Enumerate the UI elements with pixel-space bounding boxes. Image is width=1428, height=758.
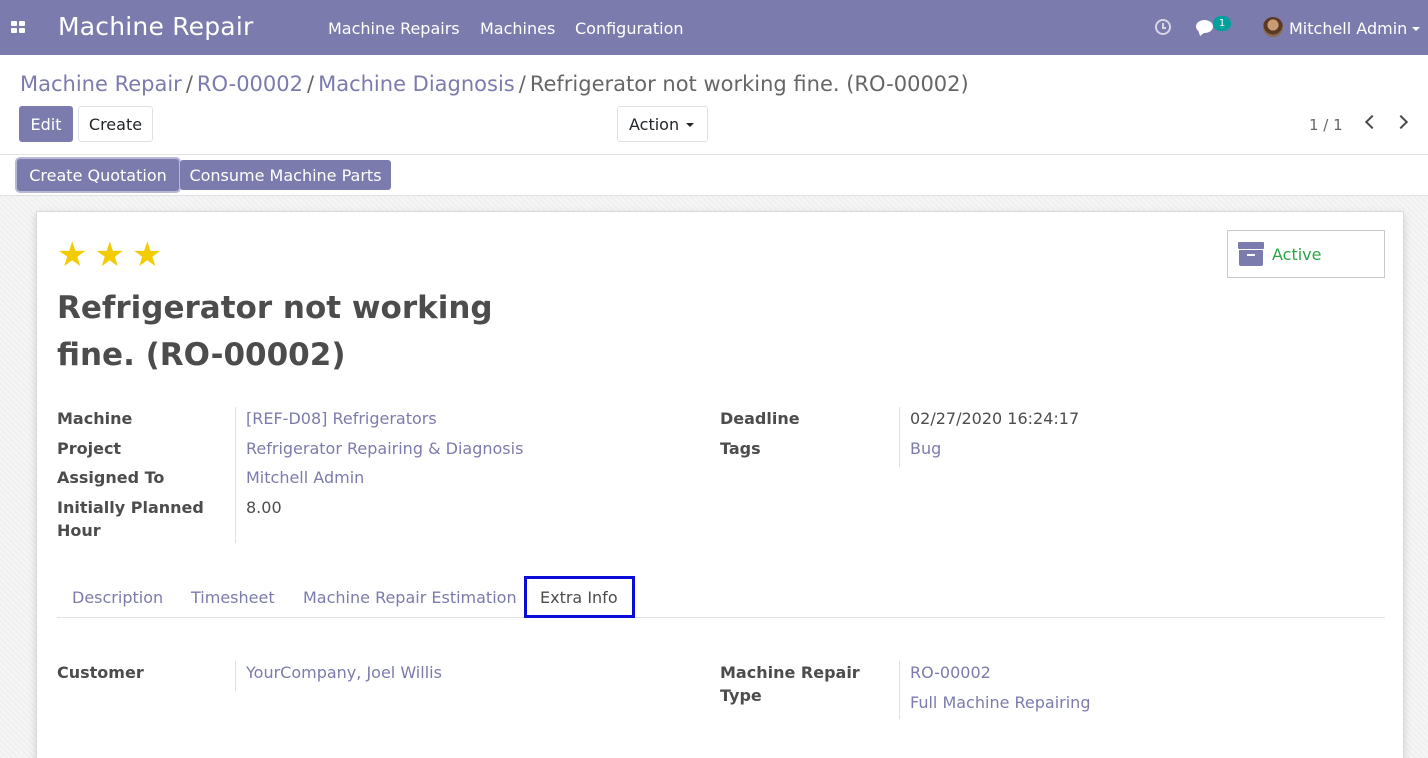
breadcrumb-machine-repair[interactable]: Machine Repair	[20, 72, 182, 96]
consume-machine-parts-button[interactable]: Consume Machine Parts	[180, 160, 391, 190]
notebook-tabs: Description Timesheet Machine Repair Est…	[57, 576, 1385, 618]
breadcrumb-current: Refrigerator not working fine. (RO-00002…	[529, 72, 969, 96]
active-toggle-button[interactable]: Active	[1227, 230, 1385, 278]
tags-value[interactable]: Bug	[910, 437, 941, 460]
tags-label: Tags	[720, 439, 761, 458]
deadline-value[interactable]: 02/27/2020 16:24:17	[910, 407, 1079, 430]
breadcrumb: Machine Repair / RO-00002/Machine Diagnosi…	[20, 72, 969, 96]
avatar[interactable]	[1263, 17, 1283, 37]
repair-type-value[interactable]: Full Machine Repairing	[910, 691, 1090, 714]
assigned-to-value[interactable]: Mitchell Admin	[246, 466, 364, 489]
app-title[interactable]: Machine Repair	[58, 12, 253, 41]
field-divider	[899, 407, 900, 467]
machine-repair-type-label: Machine Repair Type	[720, 663, 860, 705]
deadline-label: Deadline	[720, 409, 800, 428]
record-title: Refrigerator not working fine. (RO-00002…	[57, 290, 493, 373]
machine-label: Machine	[57, 409, 133, 428]
planned-hours-label: Initially Planned Hour	[57, 498, 204, 540]
form-sheet: ★ ★ ★ Active Refrigerator not working fi…	[36, 211, 1404, 758]
project-value[interactable]: Refrigerator Repairing & Diagnosis	[246, 437, 523, 460]
star-icon[interactable]: ★	[94, 238, 124, 272]
action-label: Action	[629, 114, 680, 134]
customer-value[interactable]: YourCompany, Joel Willis	[246, 661, 442, 684]
star-icon[interactable]: ★	[57, 238, 87, 272]
field-divider	[235, 407, 236, 543]
active-status-label: Active	[1272, 245, 1322, 264]
field-divider	[899, 661, 900, 719]
chat-icon[interactable]	[1196, 20, 1213, 33]
machine-repair-value[interactable]: RO-00002	[910, 661, 991, 684]
breadcrumb-separator: /	[518, 72, 526, 96]
activity-clock-icon[interactable]	[1155, 19, 1171, 35]
user-menu[interactable]: Mitchell Admin	[1289, 19, 1407, 38]
priority-stars[interactable]: ★ ★ ★	[57, 238, 162, 272]
user-caret-down-icon[interactable]	[1412, 27, 1420, 31]
form-header: Create Quotation Consume Machine Parts	[0, 155, 1428, 196]
pager-value[interactable]: 1 / 1	[1309, 116, 1343, 134]
tab-description[interactable]: Description	[72, 576, 163, 618]
tab-machine-repair-estimation[interactable]: Machine Repair Estimation	[303, 576, 517, 618]
planned-hours-value: 8.00	[246, 498, 282, 517]
project-label: Project	[57, 439, 122, 458]
pager-previous-icon[interactable]	[1364, 114, 1380, 130]
action-dropdown[interactable]: Action	[617, 106, 708, 142]
field-divider	[235, 661, 236, 691]
control-panel: Machine Repair / RO-00002/Machine Diagnosi…	[0, 55, 1428, 155]
menu-machines[interactable]: Machines	[480, 19, 555, 38]
assigned-to-label: Assigned To	[57, 468, 165, 487]
tab-timesheet[interactable]: Timesheet	[191, 576, 275, 618]
top-navbar: Machine Repair Machine Repairs Machines …	[0, 0, 1428, 55]
breadcrumb-separator: /	[307, 72, 315, 96]
edit-button[interactable]: Edit	[19, 106, 73, 142]
chat-badge: 1	[1213, 16, 1231, 31]
create-button[interactable]: Create	[78, 106, 153, 142]
pager-next-icon[interactable]	[1393, 114, 1409, 130]
menu-configuration[interactable]: Configuration	[575, 19, 684, 38]
create-quotation-button[interactable]: Create Quotation	[17, 159, 179, 191]
apps-menu-icon[interactable]	[11, 21, 26, 34]
customer-label: Customer	[57, 663, 144, 682]
star-icon[interactable]: ★	[132, 238, 162, 272]
breadcrumb-machine-diagnosis[interactable]: Machine Diagnosis	[318, 72, 515, 96]
breadcrumb-ro-00002[interactable]: RO-00002	[197, 72, 303, 96]
action-caret-down-icon	[686, 123, 694, 127]
breadcrumb-separator: /	[185, 72, 193, 96]
archive-icon	[1238, 242, 1264, 266]
machine-value[interactable]: [REF-D08] Refrigerators	[246, 407, 437, 430]
tab-extra-info[interactable]: Extra Info	[524, 576, 635, 618]
menu-machine-repairs[interactable]: Machine Repairs	[328, 19, 460, 38]
